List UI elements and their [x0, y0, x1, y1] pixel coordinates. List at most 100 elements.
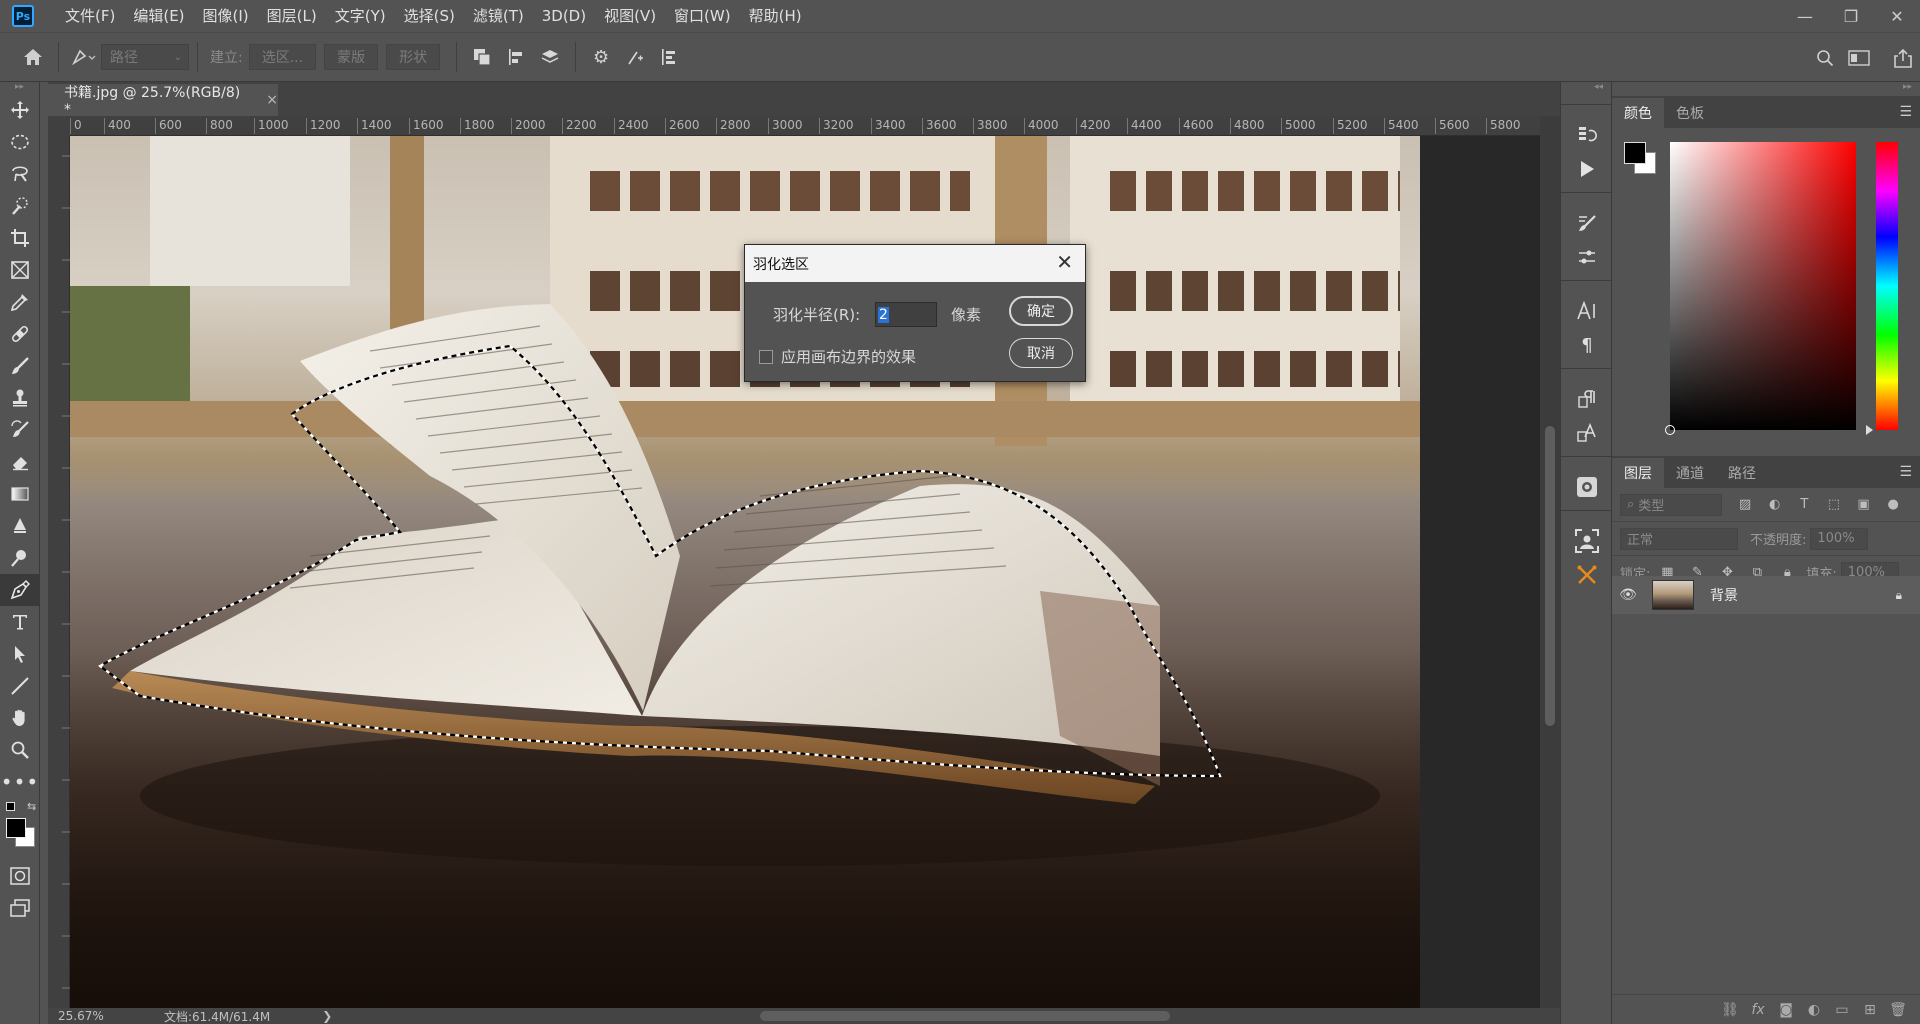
apply-canvas-bounds-label[interactable]: 应用画布边界的效果	[781, 346, 916, 367]
frame-tool-icon[interactable]	[0, 254, 40, 286]
opacity-input[interactable]: 100%	[1810, 527, 1869, 550]
auto-add-delete-icon[interactable]	[618, 40, 652, 74]
path-alignment-icon[interactable]	[499, 40, 533, 74]
feather-radius-input[interactable]: 2	[875, 302, 937, 327]
scrollbar-thumb[interactable]	[1545, 426, 1555, 726]
tab-swatches[interactable]: 色板	[1664, 98, 1716, 128]
close-icon[interactable]: ✕	[1056, 252, 1073, 272]
hand-tool-icon[interactable]	[0, 702, 40, 734]
dodge-tool-icon[interactable]	[0, 542, 40, 574]
make-shape-button[interactable]: 形状	[386, 44, 441, 70]
gradient-tool-icon[interactable]	[0, 478, 40, 510]
filter-smart-object-icon[interactable]: ▣	[1853, 497, 1875, 512]
menu-3d[interactable]: 3D(D)	[533, 0, 595, 32]
tab-color[interactable]: 颜色	[1612, 98, 1664, 128]
zoom-tool-icon[interactable]	[0, 734, 40, 766]
adjustments-panel-icon[interactable]	[1561, 240, 1613, 274]
panel-menu-icon[interactable]: ☰	[1899, 104, 1912, 120]
paragraph-styles-panel-icon[interactable]	[1561, 382, 1613, 416]
menu-window[interactable]: 窗口(W)	[665, 0, 740, 32]
clone-stamp-tool-icon[interactable]	[0, 382, 40, 414]
make-selection-button[interactable]: 选区...	[248, 44, 317, 70]
pen-mode-select[interactable]: 路径 ⌄	[101, 44, 189, 70]
move-tool-icon[interactable]	[0, 94, 40, 126]
tab-channels[interactable]: 通道	[1664, 458, 1716, 488]
restore-button[interactable]: ❐	[1828, 0, 1874, 32]
filter-pixel-icon[interactable]: ▨	[1734, 497, 1756, 512]
close-tab-icon[interactable]: ×	[266, 92, 278, 108]
layer-name[interactable]: 背景	[1710, 585, 1896, 605]
ok-button[interactable]: 确定	[1009, 296, 1073, 326]
filter-shape-icon[interactable]: ⬚	[1823, 497, 1845, 512]
zoom-level[interactable]: 25.67%	[58, 1009, 154, 1023]
healing-brush-tool-icon[interactable]	[0, 318, 40, 350]
tab-paths[interactable]: 路径	[1716, 458, 1768, 488]
hue-slider[interactable]	[1866, 142, 1898, 435]
crop-tool-icon[interactable]	[0, 222, 40, 254]
brush-settings-panel-icon[interactable]	[1561, 206, 1613, 240]
status-menu-arrow-icon[interactable]: ❯	[322, 1009, 332, 1023]
screen-mode-icon[interactable]	[0, 892, 40, 924]
expand-panels-icon[interactable]: ▸▸	[1612, 82, 1920, 96]
panel-menu-icon[interactable]: ☰	[1899, 464, 1912, 480]
make-mask-button[interactable]: 蒙版	[324, 44, 379, 70]
blend-mode-select[interactable]: 正常	[1620, 527, 1738, 550]
color-saturation-field[interactable]	[1665, 142, 1856, 435]
path-operations-icon[interactable]	[465, 40, 499, 74]
minimize-button[interactable]: —	[1782, 0, 1828, 32]
eye-icon[interactable]: 👁︎	[1612, 587, 1644, 603]
marquee-tool-icon[interactable]	[0, 126, 40, 158]
eyedropper-tool-icon[interactable]	[0, 286, 40, 318]
tab-layers[interactable]: 图层	[1612, 458, 1664, 488]
more-tools-icon[interactable]: •••	[0, 766, 40, 798]
menu-layer[interactable]: 图层(L)	[258, 0, 326, 32]
new-adjustment-layer-icon[interactable]: ◐	[1800, 1002, 1828, 1018]
gear-icon[interactable]: ⚙	[584, 40, 618, 74]
camera-raw-panel-icon[interactable]	[1561, 470, 1613, 504]
close-window-button[interactable]: ✕	[1874, 0, 1920, 32]
layer-style-icon[interactable]: fx	[1744, 1002, 1772, 1018]
dialog-title-bar[interactable]: 羽化选区 ✕	[745, 245, 1085, 282]
layer-filter-select[interactable]: ⌕ 类型	[1620, 493, 1723, 516]
paragraph-panel-icon[interactable]: ¶	[1561, 328, 1613, 362]
new-layer-icon[interactable]: ⊞	[1856, 1002, 1884, 1018]
filter-adjustment-icon[interactable]: ◐	[1764, 497, 1786, 512]
workspace-icon[interactable]	[1842, 41, 1876, 75]
brush-tool-icon[interactable]	[0, 350, 40, 382]
menu-help[interactable]: 帮助(H)	[740, 0, 811, 32]
line-tool-icon[interactable]	[0, 670, 40, 702]
horizontal-scrollbar-thumb[interactable]	[760, 1011, 1170, 1021]
character-panel-icon[interactable]	[1561, 294, 1613, 328]
history-brush-tool-icon[interactable]	[0, 414, 40, 446]
menu-select[interactable]: 选择(S)	[395, 0, 464, 32]
people-panel-icon[interactable]	[1561, 524, 1613, 558]
new-group-icon[interactable]: ▭	[1828, 1002, 1856, 1018]
menu-filter[interactable]: 滤镜(T)	[464, 0, 533, 32]
ruler-origin[interactable]	[48, 116, 70, 136]
path-selection-tool-icon[interactable]	[0, 638, 40, 670]
type-tool-icon[interactable]	[0, 606, 40, 638]
character-styles-panel-icon[interactable]	[1561, 416, 1613, 450]
foreground-color-swatch[interactable]	[6, 818, 26, 838]
link-layers-icon[interactable]: ⛓	[1716, 1002, 1744, 1018]
collapse-dock-icon[interactable]: ◂◂	[1561, 82, 1611, 104]
history-panel-icon[interactable]	[1561, 118, 1613, 152]
default-colors-icon[interactable]	[6, 802, 15, 811]
quick-selection-tool-icon[interactable]	[0, 190, 40, 222]
filter-type-icon[interactable]: T	[1794, 497, 1816, 512]
add-mask-icon[interactable]: ◙	[1772, 1002, 1800, 1018]
apply-canvas-bounds-checkbox[interactable]	[759, 350, 773, 364]
menu-image[interactable]: 图像(I)	[194, 0, 258, 32]
quick-mask-icon[interactable]	[0, 860, 40, 892]
swap-colors-icon[interactable]: ⇆	[27, 800, 36, 813]
horizontal-ruler[interactable]: 0 400 600 800 1000 1200 1400 1600 1800 2…	[70, 116, 1540, 136]
actions-panel-icon[interactable]	[1561, 152, 1613, 186]
blur-tool-icon[interactable]	[0, 510, 40, 542]
cancel-button[interactable]: 取消	[1009, 338, 1073, 368]
path-arrangement-icon[interactable]	[533, 40, 567, 74]
tool-presets-panel-icon[interactable]	[1561, 558, 1613, 592]
filter-toggle-icon[interactable]: ●	[1882, 497, 1904, 512]
home-icon[interactable]	[16, 40, 50, 74]
menu-file[interactable]: 文件(F)	[56, 0, 124, 32]
eraser-tool-icon[interactable]	[0, 446, 40, 478]
